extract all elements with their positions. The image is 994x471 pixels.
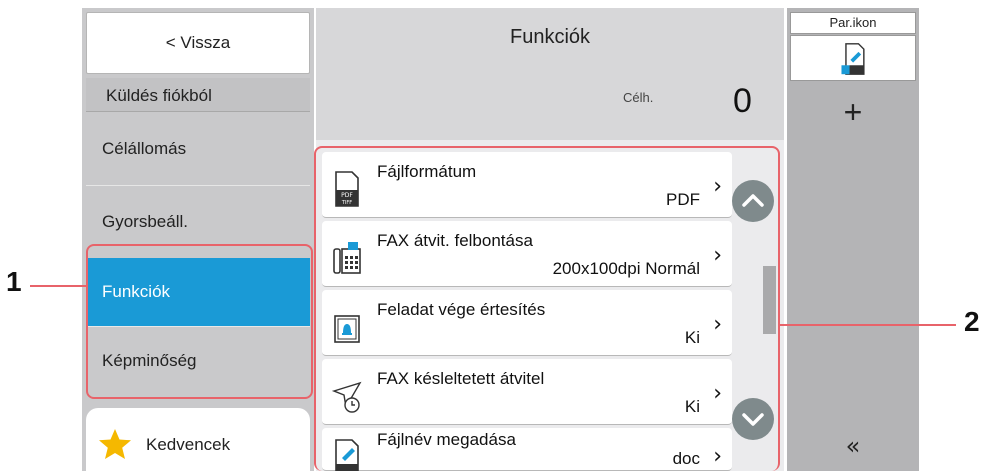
sidebar-item-destination[interactable]: Célállomás <box>86 112 310 186</box>
destination-count: 0 <box>733 82 752 120</box>
callout-outline-sidebar <box>86 244 313 399</box>
section-label-box: Küldés fiókból <box>86 78 310 112</box>
sidebar-item-label: Gyorsbeáll. <box>102 212 188 231</box>
page-title: Funkciók <box>509 26 591 48</box>
callout-outline-function-list <box>314 146 780 471</box>
shortcut-button[interactable] <box>790 35 916 81</box>
screen: < Vissza Küldés fiókból Célállomás Gyors… <box>0 0 994 471</box>
shortcut-label: Par.ikon <box>790 12 916 34</box>
collapse-panel-button[interactable]: « <box>790 432 916 460</box>
file-name-shortcut-icon <box>841 43 865 75</box>
section-label: Küldés fiókból <box>106 86 212 105</box>
callout-number-1: 1 <box>6 266 22 297</box>
callout-number-2: 2 <box>964 306 980 337</box>
sidebar-item-label: Célállomás <box>102 138 187 158</box>
add-shortcut-button[interactable]: + <box>790 94 916 131</box>
star-icon <box>99 429 131 459</box>
callout-line-1 <box>30 285 86 287</box>
destination-label: Célh. <box>623 90 654 105</box>
favorites-label: Kedvencek <box>146 435 231 454</box>
favorites-button[interactable]: Kedvencek <box>86 408 310 471</box>
back-button[interactable]: < Vissza <box>86 12 310 74</box>
callout-line-2 <box>780 324 956 326</box>
